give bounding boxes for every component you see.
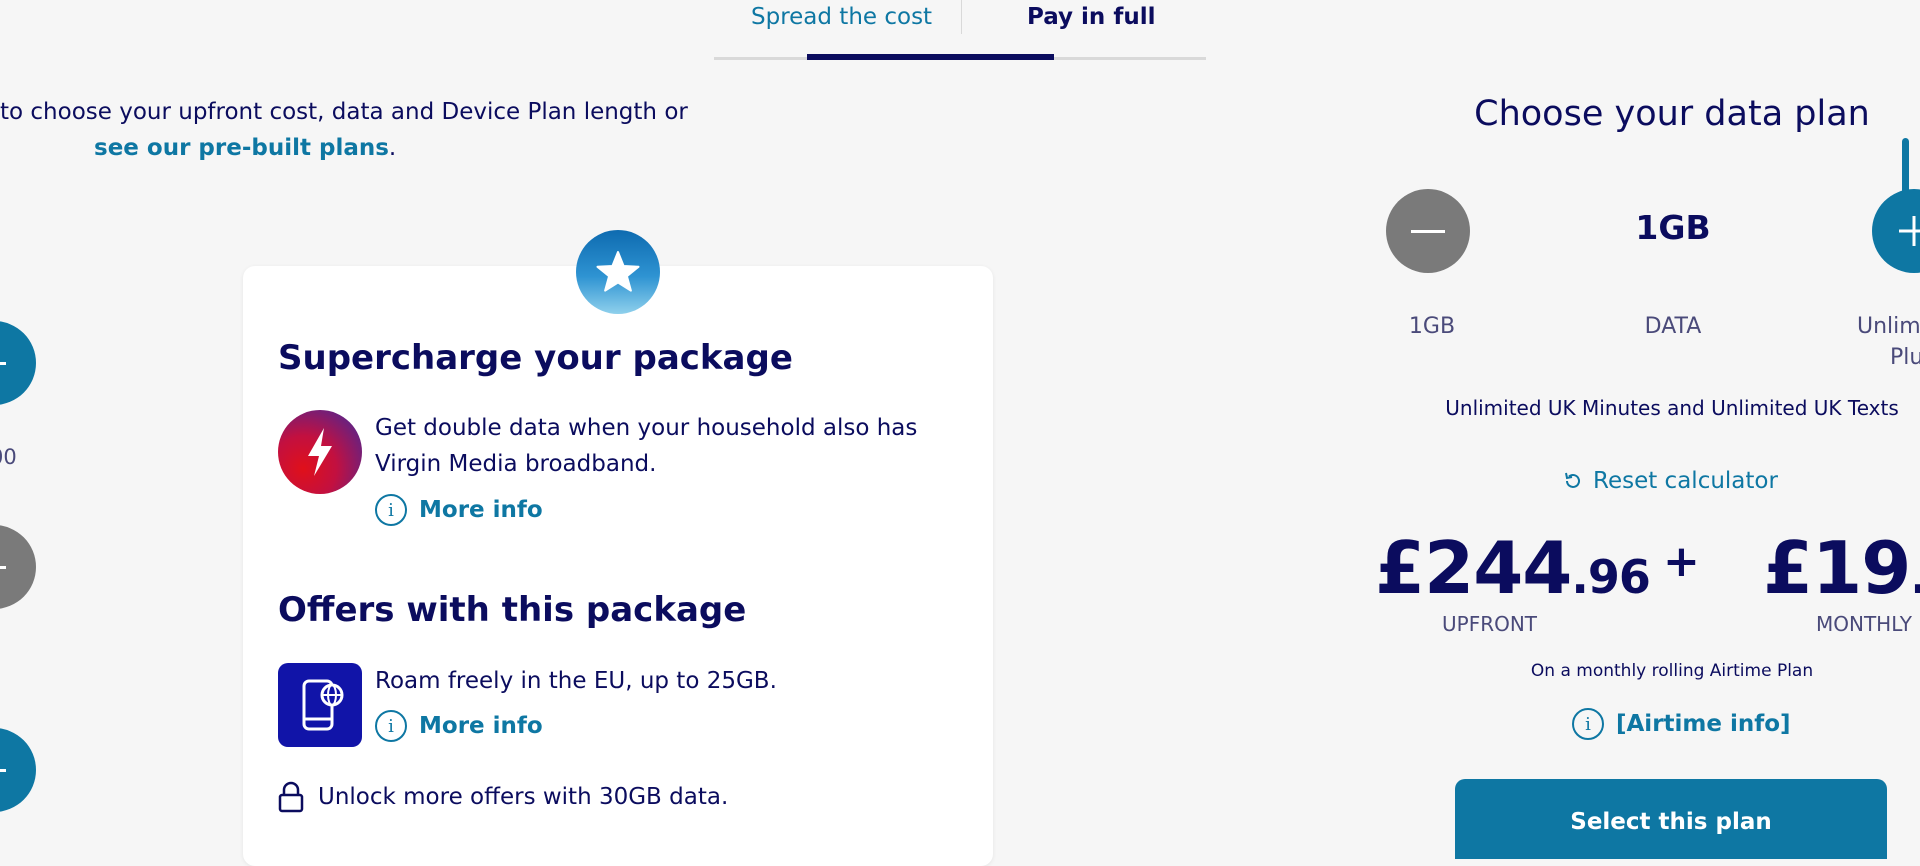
info-icon: i bbox=[375, 494, 407, 526]
unlock-offers-row: Unlock more offers with 30GB data. bbox=[278, 781, 728, 813]
data-max-label: Unlim Plu bbox=[1857, 314, 1920, 370]
upfront-price: £244.96 bbox=[1375, 526, 1651, 610]
pre-built-plans-link[interactable]: see our pre-built plans bbox=[94, 135, 389, 161]
increase-upfront-button[interactable] bbox=[0, 321, 36, 405]
minutes-texts-info: Unlimited UK Minutes and Unlimited UK Te… bbox=[1445, 396, 1899, 420]
monthly-pounds: £19 bbox=[1763, 526, 1911, 610]
intro-link-line: see our pre-built plans. bbox=[94, 130, 396, 166]
reset-calculator-button[interactable]: Reset calculator bbox=[1563, 468, 1778, 494]
supercharge-title: Supercharge your package bbox=[278, 338, 793, 378]
offers-title: Offers with this package bbox=[278, 590, 747, 630]
tab-pay-in-full[interactable]: Pay in full bbox=[1027, 4, 1155, 30]
airtime-info-label: [Airtime info] bbox=[1616, 711, 1791, 737]
supercharge-text: Get double data when your household also… bbox=[375, 410, 917, 482]
minus-icon bbox=[1411, 229, 1445, 233]
tab-divider bbox=[961, 0, 962, 34]
more-info-label: More info bbox=[419, 713, 543, 739]
minus-icon bbox=[0, 768, 6, 772]
decrease-data-button[interactable] bbox=[1386, 189, 1470, 273]
data-max-label-line-1: Unlim bbox=[1857, 314, 1920, 339]
monthly-price: £19.0 bbox=[1763, 526, 1920, 610]
unlock-text: Unlock more offers with 30GB data. bbox=[318, 784, 729, 810]
upfront-pounds: £244 bbox=[1375, 526, 1572, 610]
upfront-pence: .96 bbox=[1571, 550, 1650, 604]
more-info-label: More info bbox=[419, 497, 543, 523]
select-plan-button[interactable]: Select this plan bbox=[1455, 779, 1887, 859]
plus-icon bbox=[1899, 216, 1920, 246]
minus-icon bbox=[0, 361, 6, 365]
phone-globe-icon bbox=[278, 663, 362, 747]
upfront-max-label: 00 bbox=[0, 445, 17, 469]
payment-tabs: Spread the cost Pay in full bbox=[714, 0, 1206, 60]
package-card: Supercharge your package Get double data… bbox=[243, 266, 993, 866]
info-icon: i bbox=[1572, 708, 1604, 740]
data-center-label: DATA bbox=[1644, 314, 1702, 339]
info-icon: i bbox=[375, 710, 407, 742]
star-icon bbox=[576, 230, 660, 314]
roam-text: Roam freely in the EU, up to 25GB. bbox=[375, 668, 777, 694]
active-tab-underline bbox=[807, 54, 1054, 60]
data-max-label-line-2: Plu bbox=[1890, 345, 1920, 370]
plus-sign: + bbox=[1663, 536, 1700, 587]
tab-spread-the-cost[interactable]: Spread the cost bbox=[751, 4, 932, 30]
decrease-length-button[interactable] bbox=[0, 525, 36, 609]
intro-line: to choose your upfront cost, data and De… bbox=[0, 99, 688, 125]
upfront-label: UPFRONT bbox=[1442, 612, 1538, 636]
lock-icon bbox=[278, 781, 304, 813]
reset-icon bbox=[1565, 472, 1580, 488]
data-value: 1GB bbox=[1635, 208, 1711, 247]
airtime-info-link[interactable]: i [Airtime info] bbox=[1572, 708, 1791, 740]
intro-period: . bbox=[388, 135, 397, 161]
monthly-pence: .0 bbox=[1910, 550, 1920, 604]
rolling-plan-text: On a monthly rolling Airtime Plan bbox=[1530, 661, 1814, 681]
lightning-bolt-icon bbox=[278, 410, 362, 494]
supercharge-text-line-1: Get double data when your household also… bbox=[375, 415, 918, 441]
minus-icon bbox=[0, 565, 6, 569]
supercharge-text-line-2: Virgin Media broadband. bbox=[375, 451, 657, 477]
monthly-label: MONTHLY bbox=[1816, 612, 1912, 636]
more-info-link-2[interactable]: i More info bbox=[375, 710, 543, 742]
increase-data-button[interactable] bbox=[1872, 189, 1920, 273]
reset-label: Reset calculator bbox=[1593, 468, 1778, 494]
adjust-plan-button[interactable] bbox=[0, 728, 36, 812]
more-info-link[interactable]: i More info bbox=[375, 494, 543, 526]
data-min-label: 1GB bbox=[1408, 314, 1456, 339]
data-plan-title: Choose your data plan bbox=[1474, 94, 1870, 134]
